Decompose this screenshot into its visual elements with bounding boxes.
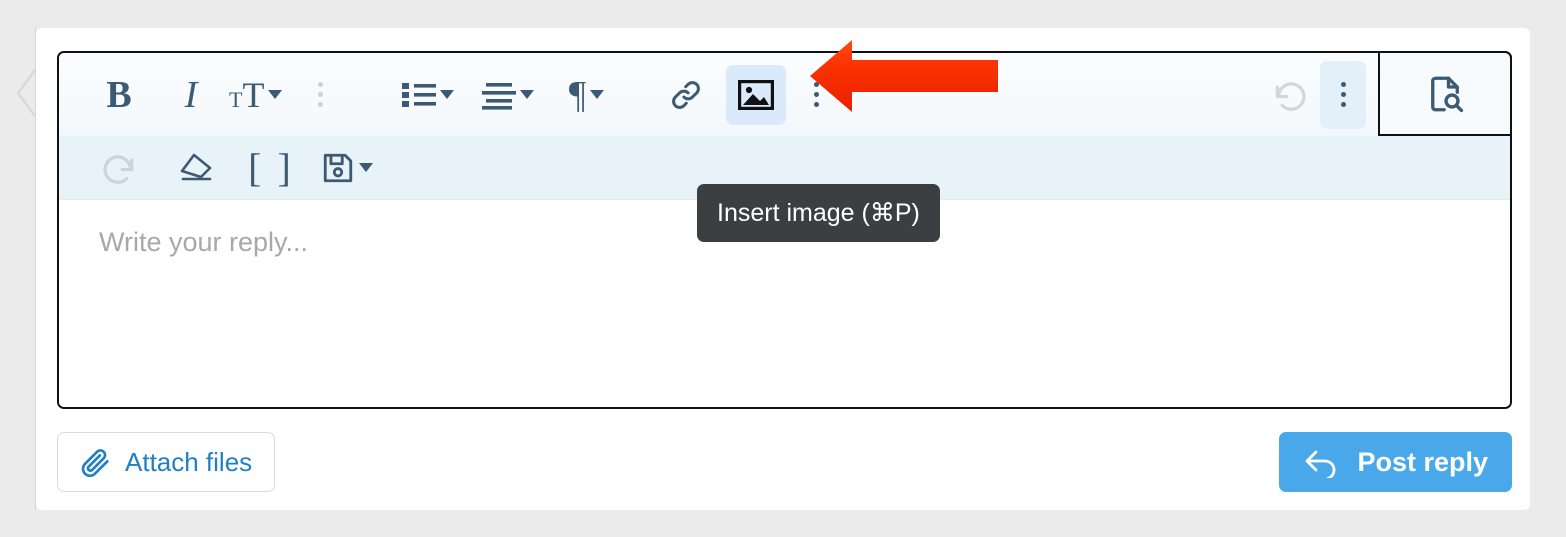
bullet-list-icon: [402, 82, 437, 107]
reply-card: B I TT ¶ [] Write your reply... Insert …: [36, 28, 1530, 510]
brackets-icon: [ ]: [248, 144, 294, 190]
post-reply-label: Post reply: [1357, 446, 1488, 477]
font-size-button[interactable]: TT: [229, 67, 283, 123]
paragraph-style-button[interactable]: ¶: [562, 67, 610, 123]
bold-icon: B: [106, 73, 132, 116]
floppy-disk-icon: [323, 153, 353, 182]
bold-button[interactable]: B: [95, 67, 143, 123]
paperclip-icon: [81, 449, 109, 478]
redo-button: [95, 140, 143, 196]
post-reply-button[interactable]: Post reply: [1279, 432, 1512, 492]
page-bottom-gutter: [0, 510, 1566, 537]
insert-link-button[interactable]: [662, 67, 710, 123]
bullet-list-button[interactable]: [402, 67, 455, 123]
insert-image-tooltip: Insert image (⌘P): [697, 184, 940, 242]
italic-icon: I: [184, 73, 198, 116]
document-search-icon: [1431, 76, 1464, 112]
font-size-icon: TT: [229, 74, 265, 115]
italic-button[interactable]: I: [167, 67, 215, 123]
reply-arrow-icon: [1306, 450, 1336, 478]
clear-formatting-button[interactable]: [173, 140, 221, 196]
align-button[interactable]: [482, 67, 535, 123]
text-overflow-menu-button[interactable]: [300, 67, 340, 123]
kebab-menu-icon: [1340, 61, 1346, 129]
editor-toolbar-primary: B I TT ¶: [59, 51, 1512, 136]
link-icon: [672, 80, 701, 109]
attach-files-button[interactable]: Attach files: [57, 432, 276, 492]
kebab-menu-icon: [317, 67, 323, 123]
page-top-gutter: [0, 0, 1566, 28]
attach-files-label: Attach files: [125, 446, 253, 477]
insert-overflow-menu-button[interactable]: [796, 67, 836, 123]
eraser-icon: [180, 153, 212, 180]
save-draft-button[interactable]: [321, 140, 373, 196]
align-left-icon: [482, 82, 517, 110]
redo-icon: [103, 154, 134, 184]
insert-code-button[interactable]: [ ]: [247, 140, 295, 196]
pilcrow-icon: ¶: [568, 73, 587, 116]
insert-image-button[interactable]: [726, 64, 787, 125]
chevron-down-icon: [268, 90, 283, 99]
editor-action-bar: Attach files Post reply: [57, 432, 1512, 492]
kebab-menu-icon: [813, 67, 819, 123]
undo-button: [1266, 67, 1314, 123]
screenshot-root: B I TT ¶ [] Write your reply... Insert …: [0, 0, 1566, 537]
chevron-down-icon: [590, 90, 605, 99]
speech-bubble-tail-icon: [16, 69, 36, 117]
rich-text-editor[interactable]: B I TT ¶ [] Write your reply... Insert …: [57, 51, 1512, 409]
undo-icon: [1275, 81, 1306, 111]
chevron-down-icon: [359, 163, 373, 172]
chevron-down-icon: [440, 90, 455, 99]
preview-document-button[interactable]: [1378, 51, 1512, 136]
history-overflow-menu-button[interactable]: [1320, 60, 1366, 129]
image-icon: [738, 79, 775, 110]
chevron-down-icon: [520, 90, 535, 99]
